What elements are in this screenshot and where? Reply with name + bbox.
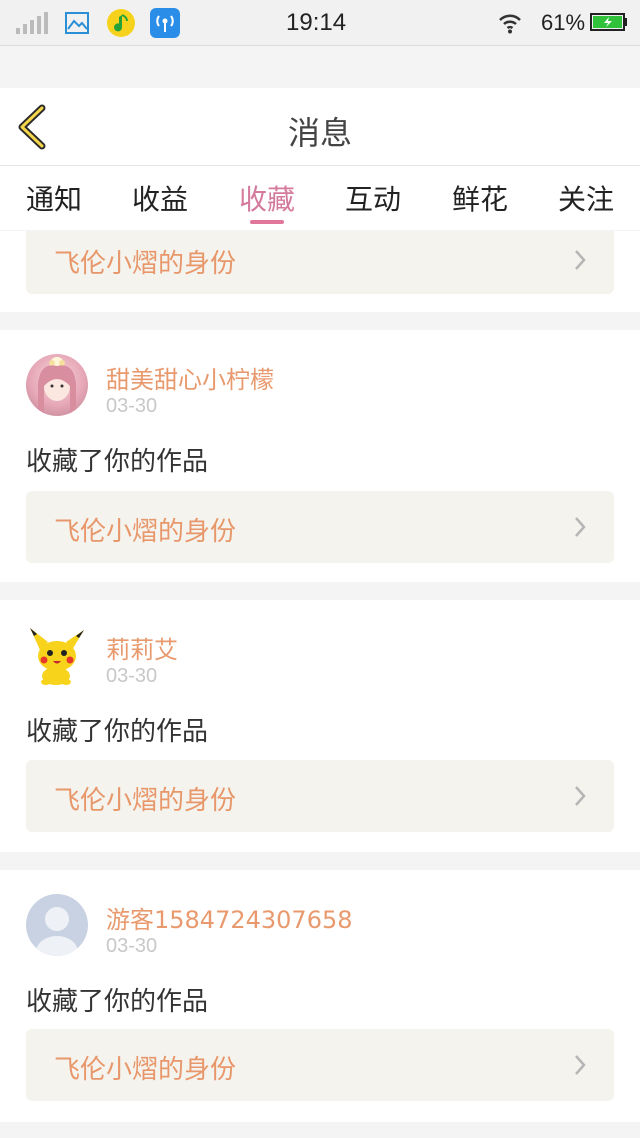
wifi-icon: [499, 14, 521, 34]
work-title: 飞伦小熠的身份: [54, 517, 237, 547]
timestamp: 03-30: [106, 665, 158, 687]
qq-music-icon: [107, 9, 135, 37]
tab-interactions[interactable]: 互动: [333, 178, 413, 226]
action-text: 收藏了你的作品: [26, 447, 209, 477]
work-title: 飞伦小熠的身份: [54, 786, 237, 816]
tab-notifications[interactable]: 通知: [14, 178, 94, 226]
clock: 19:14: [286, 9, 347, 36]
avatar[interactable]: [26, 354, 88, 416]
work-link[interactable]: 飞伦小熠的身份: [26, 491, 614, 563]
timestamp: 03-30: [106, 395, 158, 417]
page-title: 消息: [287, 114, 352, 152]
tab-bar: 通知 收益 收藏 互动 鲜花 关注: [0, 166, 640, 230]
chevron-right-icon: [575, 250, 586, 270]
chevron-right-icon: [575, 786, 586, 806]
status-bar: 19:14 61%: [0, 0, 640, 46]
username[interactable]: 莉莉艾: [106, 630, 178, 665]
chevron-right-icon: [575, 1055, 586, 1075]
work-title: 飞伦小熠的身份: [54, 1055, 237, 1085]
gallery-icon: [65, 12, 89, 34]
list-item: 游客1584724307658 03-30 收藏了你的作品 飞伦小熠的身份: [0, 870, 640, 1122]
tab-following[interactable]: 关注: [546, 178, 626, 226]
wifi-share-icon: [150, 8, 180, 38]
action-text: 收藏了你的作品: [26, 717, 209, 747]
battery-icon: [590, 13, 627, 31]
list-item: 莉莉艾 03-30 收藏了你的作品 飞伦小熠的身份: [0, 600, 640, 852]
work-link[interactable]: 飞伦小熠的身份: [26, 231, 614, 294]
username[interactable]: 游客1584724307658: [106, 900, 353, 935]
tab-flowers[interactable]: 鲜花: [440, 178, 520, 226]
username[interactable]: 甜美甜心小柠檬: [106, 360, 274, 395]
work-link[interactable]: 飞伦小熠的身份: [26, 760, 614, 832]
avatar[interactable]: [26, 894, 88, 956]
timestamp: 03-30: [106, 935, 158, 957]
avatar[interactable]: [26, 624, 88, 686]
signal-icon: [16, 12, 48, 34]
work-title: 飞伦小熠的身份: [54, 249, 237, 279]
list-item: 甜美甜心小柠檬 03-30 收藏了你的作品 飞伦小熠的身份: [0, 330, 640, 582]
battery-percent: 61%: [541, 10, 586, 35]
chevron-right-icon: [575, 517, 586, 537]
work-link[interactable]: 飞伦小熠的身份: [26, 1029, 614, 1101]
title-bar: 消息: [0, 88, 640, 166]
active-tab-indicator: [250, 220, 284, 224]
action-text: 收藏了你的作品: [26, 987, 209, 1017]
list-item: 飞伦小熠的身份: [0, 231, 640, 312]
tab-favorites[interactable]: 收藏: [227, 178, 307, 226]
tab-earnings[interactable]: 收益: [120, 178, 200, 226]
